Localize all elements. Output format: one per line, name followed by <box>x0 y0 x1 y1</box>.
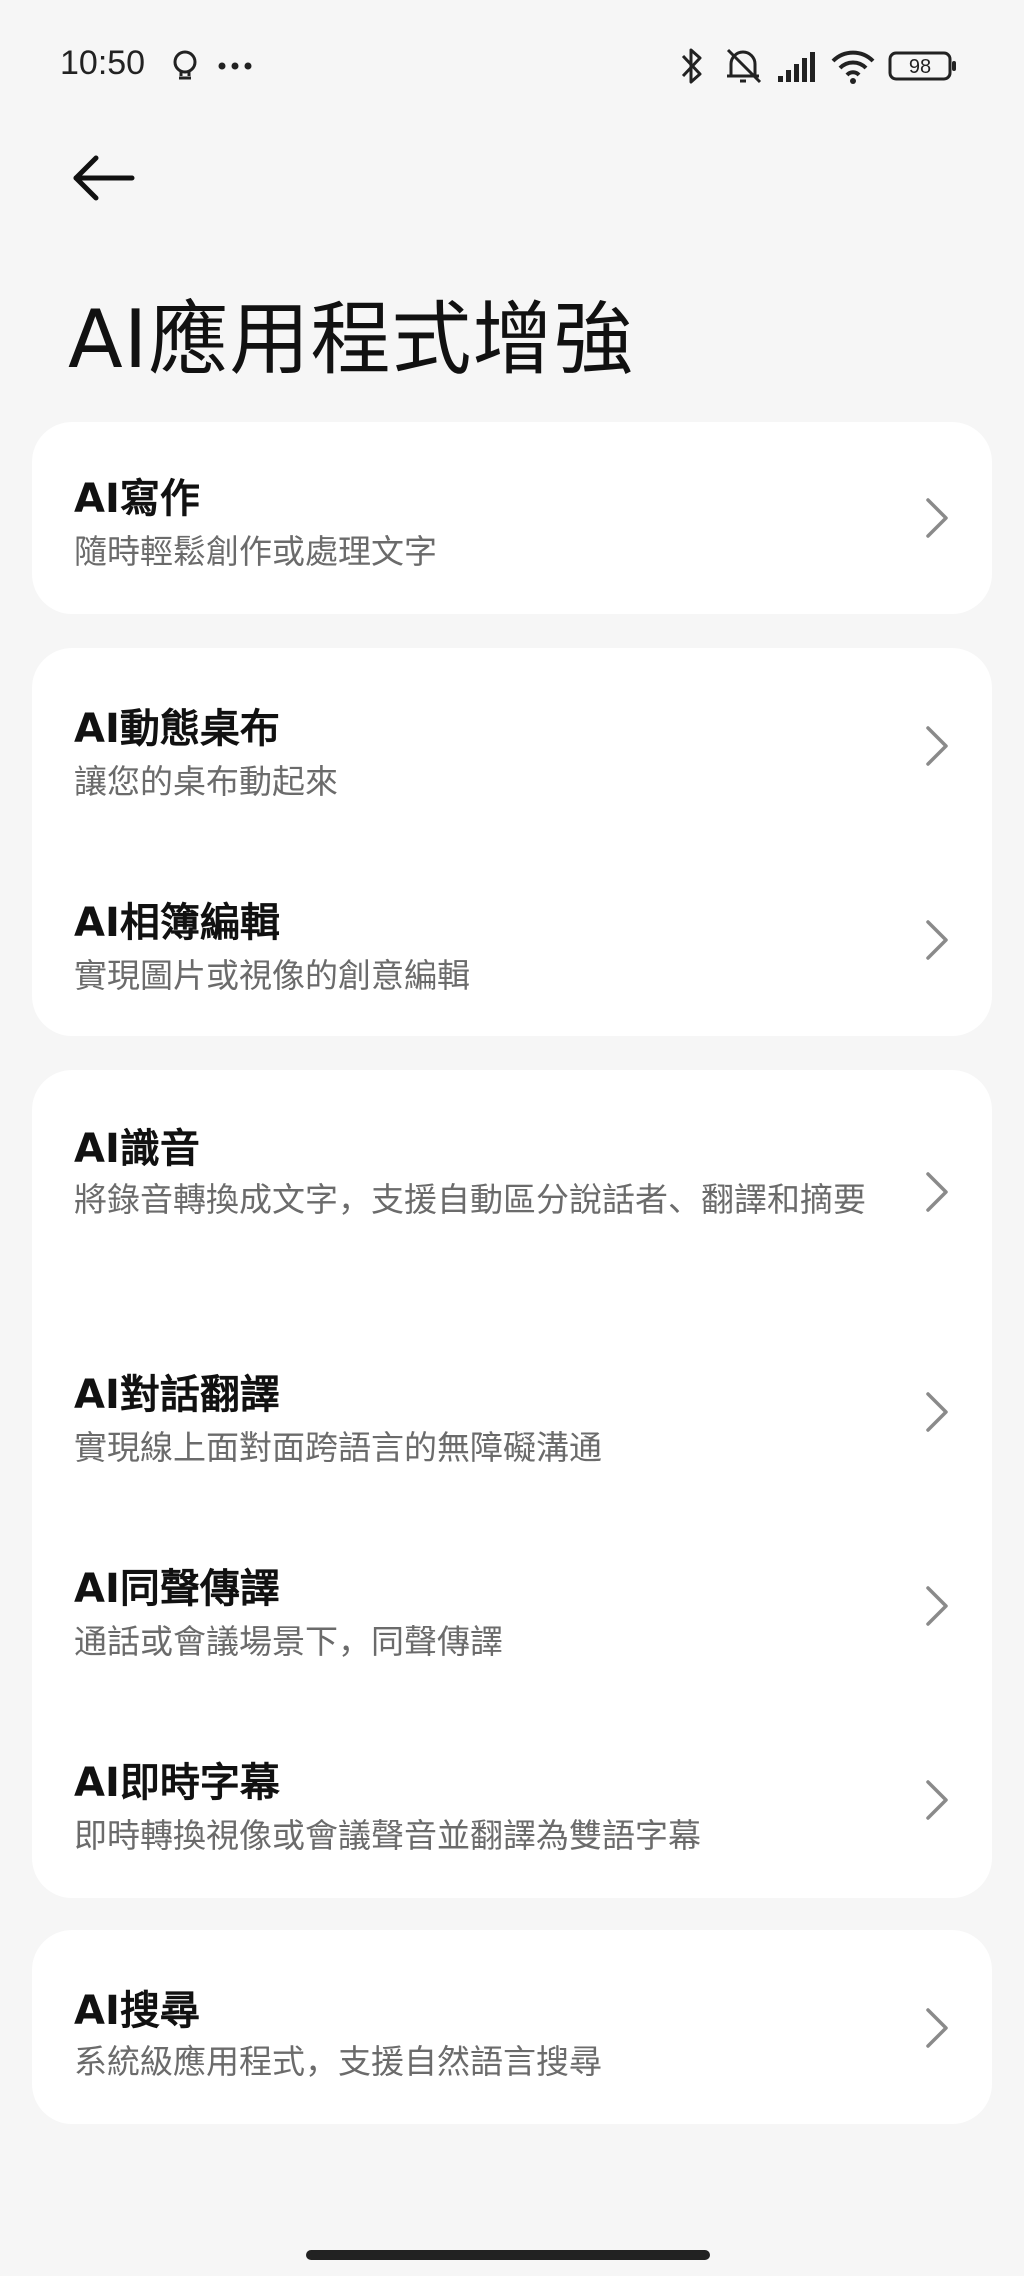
item-description: 將錄音轉換成文字，支援自動區分說話者、翻譯和摘要 <box>74 1180 866 1219</box>
item-description: 即時轉換視像或會議聲音並翻譯為雙語字幕 <box>74 1816 701 1855</box>
item-description: 實現線上面對面跨語言的無障礙溝通 <box>74 1428 602 1467</box>
card-visual: AI動態桌布 讓您的桌布動起來 AI相簿編輯 實現圖片或視像的創意編輯 <box>32 648 992 1036</box>
status-time: 10:50 <box>60 44 146 82</box>
item-title: AI識音 <box>74 1126 200 1172</box>
list-item-ai-wallpaper[interactable]: AI動態桌布 讓您的桌布動起來 <box>32 648 992 842</box>
card-search: AI搜尋 系統級應用程式，支援自然語言搜尋 <box>32 1930 992 2124</box>
list-item-ai-conversation-translate[interactable]: AI對話翻譯 實現線上面對面跨語言的無障礙溝通 <box>32 1316 992 1510</box>
chevron-right-icon <box>926 1392 948 1432</box>
chevron-right-icon <box>926 498 948 538</box>
chevron-right-icon <box>926 1586 948 1626</box>
bluetooth-icon <box>681 48 702 84</box>
list-item-ai-album-edit[interactable]: AI相簿編輯 實現圖片或視像的創意編輯 <box>32 842 992 1036</box>
item-description: 讓您的桌布動起來 <box>74 762 338 801</box>
item-title: AI搜尋 <box>74 1988 200 2034</box>
item-title: AI同聲傳譯 <box>74 1566 280 1612</box>
home-indicator[interactable] <box>306 2250 710 2260</box>
more-dots-icon <box>218 62 252 70</box>
arrow-left-icon <box>73 155 135 201</box>
item-description: 隨時輕鬆創作或處理文字 <box>74 532 437 571</box>
mute-bell-icon <box>726 48 762 84</box>
back-button[interactable] <box>64 140 144 220</box>
chevron-right-icon <box>926 2008 948 2048</box>
list-item-ai-search[interactable]: AI搜尋 系統級應用程式，支援自然語言搜尋 <box>32 1930 992 2124</box>
battery-icon: 98 <box>888 51 956 81</box>
item-title: AI即時字幕 <box>74 1760 280 1806</box>
chevron-right-icon <box>926 920 948 960</box>
status-bar: 10:50 98 <box>0 0 1024 130</box>
item-description: 系統級應用程式，支援自然語言搜尋 <box>74 2042 602 2081</box>
list-item-ai-transcribe[interactable]: AI識音 將錄音轉換成文字，支援自動區分說話者、翻譯和摘要 <box>32 1070 992 1316</box>
list-item-ai-simultaneous-interpret[interactable]: AI同聲傳譯 通話或會議場景下，同聲傳譯 <box>32 1510 992 1704</box>
list-item-ai-live-caption[interactable]: AI即時字幕 即時轉換視像或會議聲音並翻譯為雙語字幕 <box>32 1704 992 1898</box>
card-language: AI識音 將錄音轉換成文字，支援自動區分說話者、翻譯和摘要 AI對話翻譯 實現線… <box>32 1070 992 1898</box>
wifi-icon <box>831 50 875 84</box>
item-description: 實現圖片或視像的創意編輯 <box>74 956 470 995</box>
item-title: AI寫作 <box>74 476 200 522</box>
chevron-right-icon <box>926 726 948 766</box>
page-title: AI應用程式增強 <box>68 293 635 386</box>
item-title: AI相簿編輯 <box>74 900 280 946</box>
card-writing: AI寫作 隨時輕鬆創作或處理文字 <box>32 422 992 614</box>
signal-icon <box>778 52 815 82</box>
battery-level: 98 <box>909 56 931 78</box>
list-item-ai-writing[interactable]: AI寫作 隨時輕鬆創作或處理文字 <box>32 422 992 614</box>
lightbulb-icon <box>173 50 197 80</box>
chevron-right-icon <box>926 1172 948 1212</box>
item-title: AI動態桌布 <box>74 706 280 752</box>
chevron-right-icon <box>926 1780 948 1820</box>
item-title: AI對話翻譯 <box>74 1372 280 1418</box>
item-description: 通話或會議場景下，同聲傳譯 <box>74 1622 503 1661</box>
